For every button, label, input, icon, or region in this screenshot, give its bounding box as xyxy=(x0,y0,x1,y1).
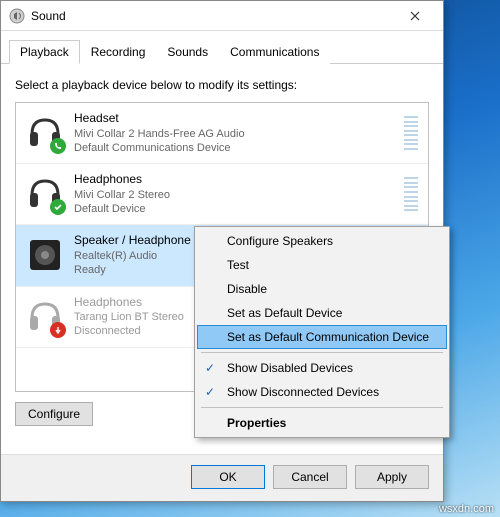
tab-recording[interactable]: Recording xyxy=(80,40,157,64)
disconnected-badge-icon xyxy=(50,322,66,338)
device-status: Default Device xyxy=(74,202,398,216)
close-icon xyxy=(410,11,420,21)
device-name: Headphones xyxy=(74,172,398,188)
headset-icon xyxy=(26,175,64,213)
level-meter xyxy=(404,177,418,211)
menu-item-label: Show Disabled Devices xyxy=(227,361,353,375)
tab-playback[interactable]: Playback xyxy=(9,40,80,64)
configure-button[interactable]: Configure xyxy=(15,402,93,426)
phone-badge-icon xyxy=(50,138,66,154)
dialog-button-row: OK Cancel Apply xyxy=(1,454,443,501)
close-button[interactable] xyxy=(395,2,435,30)
device-row[interactable]: Headset Mivi Collar 2 Hands-Free AG Audi… xyxy=(16,103,428,164)
check-icon: ✓ xyxy=(205,385,215,399)
device-text: Headset Mivi Collar 2 Hands-Free AG Audi… xyxy=(74,111,398,155)
device-status: Default Communications Device xyxy=(74,141,398,155)
speaker-icon xyxy=(26,236,64,274)
sound-icon xyxy=(9,8,25,24)
headset-icon xyxy=(26,298,64,336)
headset-icon xyxy=(26,114,64,152)
menu-configure-speakers[interactable]: Configure Speakers xyxy=(197,229,447,253)
tab-strip: Playback Recording Sounds Communications xyxy=(1,35,443,64)
menu-set-default-communication-device[interactable]: Set as Default Communication Device xyxy=(197,325,447,349)
menu-item-label: Show Disconnected Devices xyxy=(227,385,379,399)
device-sub: Mivi Collar 2 Stereo xyxy=(74,188,398,202)
context-menu[interactable]: Configure Speakers Test Disable Set as D… xyxy=(194,226,450,438)
cancel-button[interactable]: Cancel xyxy=(273,465,347,489)
menu-properties[interactable]: Properties xyxy=(197,411,447,435)
menu-separator xyxy=(201,407,443,408)
menu-test[interactable]: Test xyxy=(197,253,447,277)
ok-button[interactable]: OK xyxy=(191,465,265,489)
tab-sounds[interactable]: Sounds xyxy=(156,40,219,64)
window-title: Sound xyxy=(31,9,395,23)
instruction-text: Select a playback device below to modify… xyxy=(15,78,429,92)
device-text: Headphones Mivi Collar 2 Stereo Default … xyxy=(74,172,398,216)
check-icon: ✓ xyxy=(205,361,215,375)
watermark: wsxdn.com xyxy=(439,503,494,515)
device-sub: Mivi Collar 2 Hands-Free AG Audio xyxy=(74,127,398,141)
device-row[interactable]: Headphones Mivi Collar 2 Stereo Default … xyxy=(16,164,428,225)
menu-separator xyxy=(201,352,443,353)
titlebar: Sound xyxy=(1,1,443,31)
menu-show-disconnected-devices[interactable]: ✓ Show Disconnected Devices xyxy=(197,380,447,404)
apply-button[interactable]: Apply xyxy=(355,465,429,489)
level-meter xyxy=(404,116,418,150)
tab-communications[interactable]: Communications xyxy=(219,40,330,64)
device-name: Headset xyxy=(74,111,398,127)
menu-show-disabled-devices[interactable]: ✓ Show Disabled Devices xyxy=(197,356,447,380)
menu-disable[interactable]: Disable xyxy=(197,277,447,301)
menu-set-default-device[interactable]: Set as Default Device xyxy=(197,301,447,325)
